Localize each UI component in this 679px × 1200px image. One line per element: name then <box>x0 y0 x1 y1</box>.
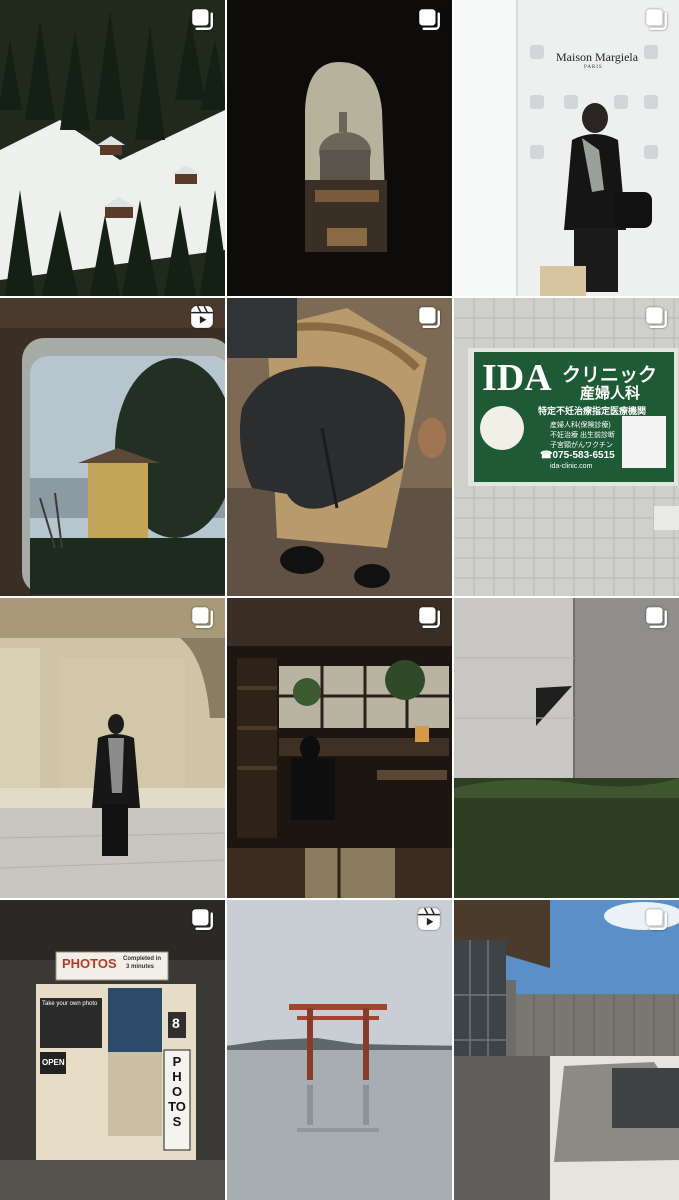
post-tile-6[interactable]: IDA クリニック 産婦人科 特定不妊治療指定医療機関 産婦人科(保険診療) 不… <box>454 298 679 596</box>
post-tile-1[interactable] <box>0 0 225 296</box>
booth-top-sign-sub-1: Completed in <box>123 956 162 962</box>
booth-top-sign: PHOTOS <box>62 956 117 971</box>
post-tile-5[interactable] <box>227 298 452 596</box>
reels-icon <box>189 304 215 330</box>
post-image-stone-arcade <box>0 598 225 898</box>
post-tile-9[interactable] <box>454 598 679 898</box>
profile-post-grid: Maison Margiela PARIS IDA クリニック 産婦人科 特定不… <box>0 0 679 1200</box>
clinic-sign-url: ida-clinic.com <box>550 463 593 470</box>
booth-open-sign: OPEN <box>42 1058 65 1067</box>
post-image-torii-lake <box>227 900 452 1200</box>
post-tile-3[interactable]: Maison Margiela PARIS <box>454 0 679 296</box>
booth-top-sign-sub-2: 3 minutes <box>126 964 155 970</box>
post-tile-11[interactable] <box>227 900 452 1200</box>
booth-side-sign: PHOTOS <box>168 1054 186 1129</box>
carousel-icon <box>643 906 669 932</box>
store-sign-city: PARIS <box>584 65 603 70</box>
carousel-icon <box>189 6 215 32</box>
carousel-icon <box>416 6 442 32</box>
carousel-icon <box>416 604 442 630</box>
post-image-saddle-bag <box>227 298 452 596</box>
post-tile-2[interactable] <box>227 0 452 296</box>
post-image-boutique <box>454 0 679 296</box>
post-image-photo-booth <box>0 900 225 1200</box>
post-image-stone-garden <box>454 900 679 1200</box>
carousel-icon <box>416 304 442 330</box>
post-image-train-window <box>0 298 225 596</box>
clinic-sign-department: 産婦人科 <box>580 385 641 402</box>
post-image-snowy-forest <box>0 0 225 296</box>
clinic-sign-list-1: 産婦人科(保険診療) <box>550 422 611 429</box>
post-tile-8[interactable] <box>227 598 452 898</box>
post-image-keyhole-view <box>227 0 452 296</box>
post-tile-10[interactable]: PHOTOS Completed in 3 minutes Take your … <box>0 900 225 1200</box>
booth-panel-text: Take your own photo <box>42 1001 98 1007</box>
clinic-sign-name: IDA <box>482 357 552 399</box>
carousel-icon <box>643 304 669 330</box>
clinic-sign-tagline: 特定不妊治療指定医療機関 <box>538 406 647 416</box>
store-sign-brand: Maison Margiela <box>556 50 639 64</box>
booth-number: 8 <box>172 1015 180 1031</box>
carousel-icon <box>189 604 215 630</box>
clinic-sign-list-3: 子宮頸がんワクチン <box>550 442 613 449</box>
carousel-icon <box>643 6 669 32</box>
post-image-study-room <box>227 598 452 898</box>
clinic-sign-phone: ☎075-583-6515 <box>540 450 615 461</box>
reels-icon <box>416 906 442 932</box>
carousel-icon <box>189 906 215 932</box>
post-tile-12[interactable] <box>454 900 679 1200</box>
post-tile-4[interactable] <box>0 298 225 596</box>
post-tile-7[interactable] <box>0 598 225 898</box>
clinic-sign-list-2: 不妊治療 出生前診断 <box>550 432 615 439</box>
post-image-concrete-courtyard <box>454 598 679 898</box>
carousel-icon <box>643 604 669 630</box>
